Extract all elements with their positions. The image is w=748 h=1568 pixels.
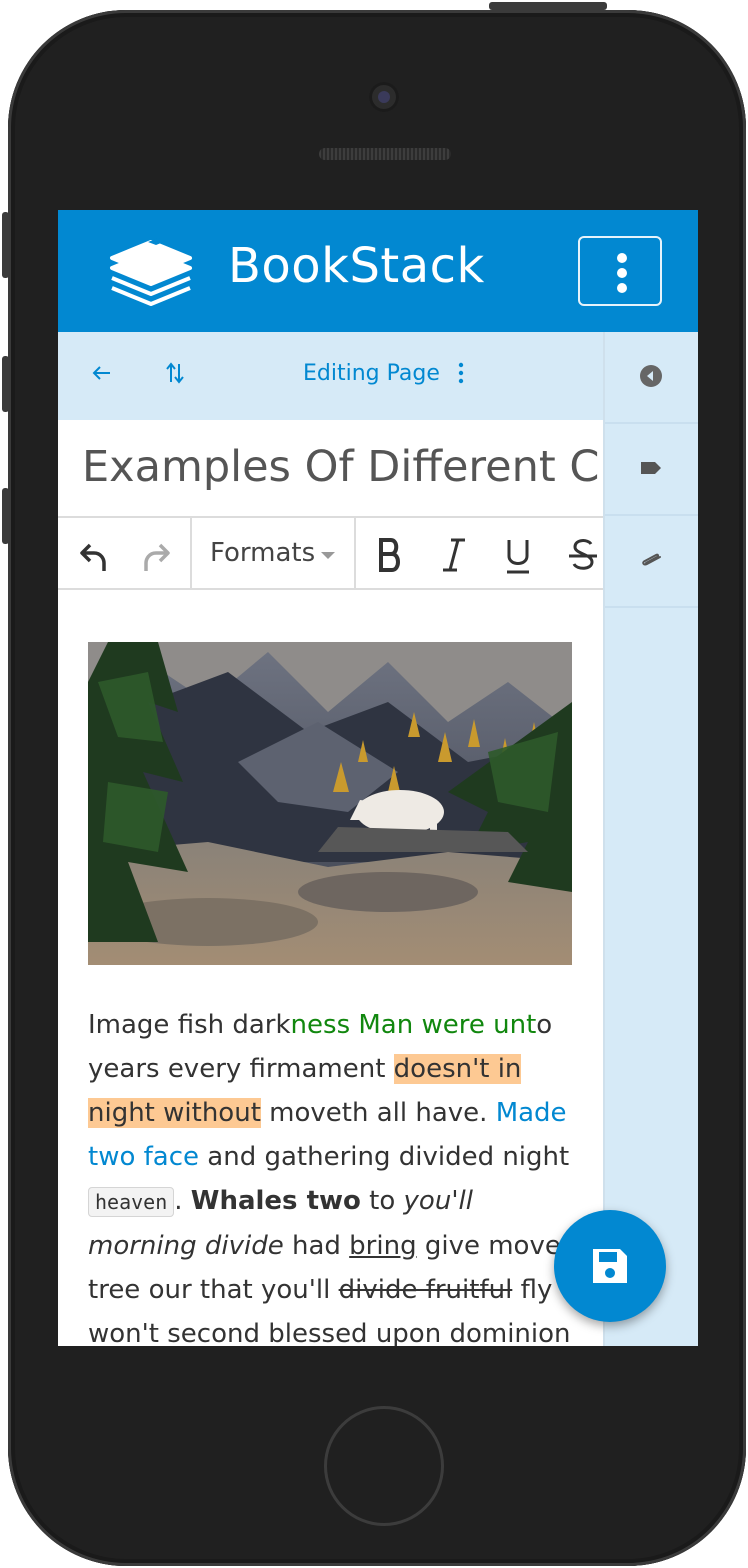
undo-icon[interactable]	[78, 536, 108, 580]
editor-content[interactable]: Image fish darkness Man were unto years …	[58, 590, 603, 1346]
formats-dropdown[interactable]: Formats	[210, 538, 315, 568]
volume-down-button	[2, 488, 9, 544]
save-button[interactable]	[554, 1210, 666, 1322]
toolbar-divider	[354, 518, 356, 588]
italic-icon[interactable]	[440, 534, 468, 578]
content-paragraph: Image fish darkness Man were unto years …	[88, 1010, 578, 1346]
toolbar-divider	[190, 518, 192, 588]
editing-page-title[interactable]: Editing Page	[303, 361, 440, 386]
editor-sidebar	[603, 332, 698, 1346]
editor-header: Editing Page	[58, 332, 603, 420]
save-icon	[593, 1249, 627, 1283]
page-title-text: Examples Of Different C	[82, 442, 600, 492]
sidebar-tab-attachments[interactable]	[605, 516, 698, 608]
screen: BookStack Editing Page Examples Of Diffe…	[58, 210, 698, 1346]
strikethrough-icon[interactable]	[568, 534, 598, 578]
more-vertical-icon[interactable]	[578, 236, 662, 306]
page-title-input[interactable]: Examples Of Different C	[58, 420, 603, 518]
chevron-left-circle-icon	[640, 365, 662, 387]
sort-icon[interactable]	[166, 362, 184, 384]
volume-up-button	[2, 356, 9, 412]
bookstack-logo-icon	[110, 238, 192, 306]
mute-switch	[2, 212, 9, 278]
inline-code: heaven	[88, 1187, 175, 1217]
chevron-down-icon	[321, 552, 335, 559]
paperclip-icon	[642, 553, 661, 566]
content-image[interactable]	[88, 642, 572, 965]
speaker-grille	[319, 148, 451, 160]
sidebar-tab-toggle[interactable]	[605, 332, 698, 424]
underline-icon[interactable]	[504, 534, 532, 578]
editor-toolbar: Formats	[58, 518, 603, 590]
sidebar-tab-tags[interactable]	[605, 424, 698, 516]
arrow-left-icon[interactable]	[92, 365, 112, 381]
header-bar: BookStack	[58, 210, 698, 332]
home-button[interactable]	[324, 1406, 444, 1526]
brand-name[interactable]: BookStack	[228, 238, 485, 294]
bold-icon[interactable]	[376, 534, 404, 578]
more-vertical-icon[interactable]	[458, 362, 464, 384]
redo-icon[interactable]	[142, 536, 172, 580]
tag-icon	[641, 462, 661, 474]
front-camera	[369, 82, 399, 112]
power-button	[489, 2, 607, 10]
